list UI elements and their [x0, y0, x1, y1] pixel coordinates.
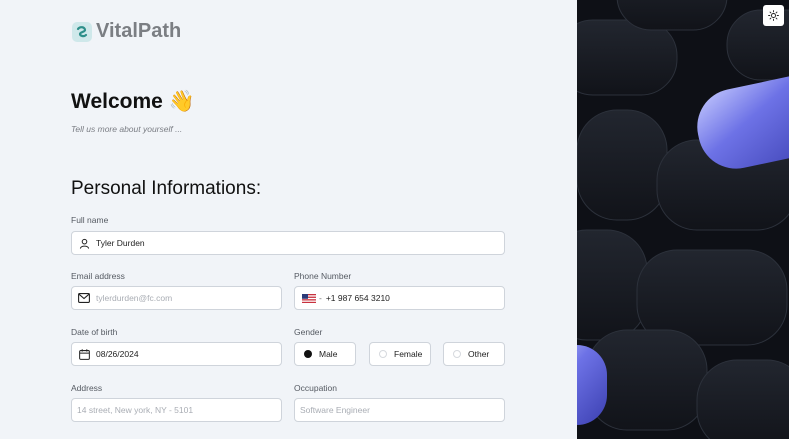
user-icon [72, 238, 96, 249]
subtitle: Tell us more about yourself ... [71, 124, 183, 134]
gender-male-label: Male [319, 349, 338, 359]
email-label: Email address [71, 271, 125, 281]
dob-value: 08/26/2024 [96, 349, 139, 359]
gender-female-label: Female [394, 349, 423, 359]
phone-value: +1 987 654 3210 [325, 293, 390, 303]
dob-label: Date of birth [71, 327, 118, 337]
radio-selected-icon [304, 350, 312, 358]
brand: VitalPath [72, 20, 181, 43]
email-field[interactable]: tylerdurden@fc.com [71, 286, 282, 310]
form-panel: VitalPath Welcome 👋 Tell us more about y… [0, 0, 577, 439]
brand-name: VitalPath [96, 20, 182, 42]
section-title: Personal Informations: [71, 178, 262, 199]
calendar-icon[interactable] [72, 348, 96, 360]
welcome-text: Welcome [71, 90, 163, 113]
gender-other-label: Other [468, 349, 490, 359]
occupation-field[interactable]: Software Engineer [294, 398, 505, 422]
country-separator: - [319, 293, 322, 303]
address-placeholder: 14 street, New york, NY - 5101 [77, 405, 194, 415]
gender-option-male[interactable]: Male [294, 342, 356, 366]
address-label: Address [71, 383, 103, 393]
full-name-label: Full name [71, 215, 109, 225]
full-name-value: Tyler Durden [96, 238, 145, 248]
occupation-placeholder: Software Engineer [300, 405, 370, 415]
mail-icon [72, 293, 96, 303]
sun-icon [768, 10, 779, 21]
theme-toggle-button[interactable] [763, 5, 784, 26]
email-placeholder: tylerdurden@fc.com [96, 293, 173, 303]
wave-emoji: 👋 [168, 90, 195, 113]
full-name-field[interactable]: Tyler Durden [71, 231, 505, 255]
address-field[interactable]: 14 street, New york, NY - 5101 [71, 398, 282, 422]
gender-option-other[interactable]: Other [443, 342, 505, 366]
phone-label: Phone Number [294, 271, 352, 281]
radio-unselected-icon [453, 350, 461, 358]
abstract-pills-illustration [577, 0, 789, 439]
occupation-label: Occupation [294, 383, 337, 393]
gender-label: Gender [294, 327, 323, 337]
dob-field[interactable]: 08/26/2024 [71, 342, 282, 366]
logo-icon [72, 21, 92, 42]
radio-unselected-icon [379, 350, 387, 358]
page-title: Welcome 👋 [71, 90, 195, 114]
hero-image [577, 0, 789, 439]
phone-field[interactable]: - +1 987 654 3210 [294, 286, 505, 310]
us-flag-icon[interactable]: - [302, 293, 322, 303]
gender-option-female[interactable]: Female [369, 342, 431, 366]
